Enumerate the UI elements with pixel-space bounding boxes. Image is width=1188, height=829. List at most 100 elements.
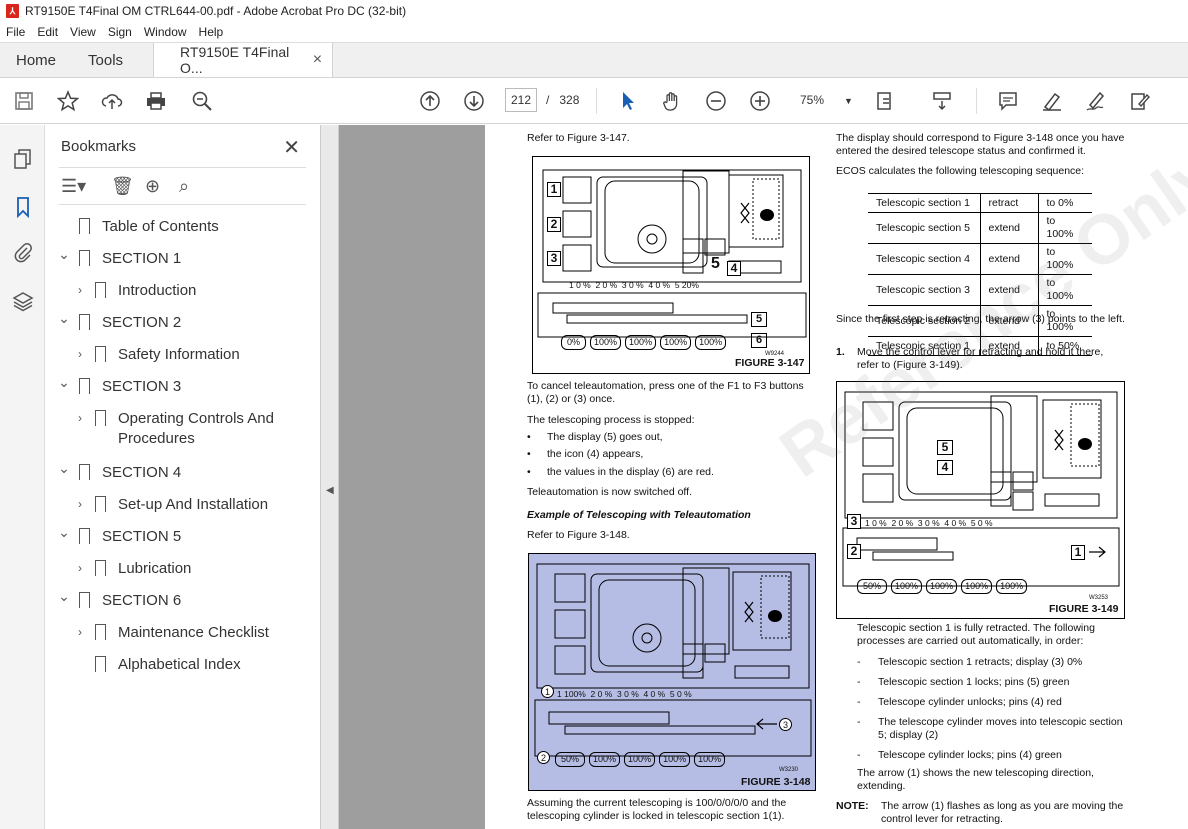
bookmark-item[interactable]: ⌄ SECTION 4 <box>57 460 282 485</box>
menu-window[interactable]: Window <box>138 25 193 39</box>
chevron-down-icon[interactable]: ⌄ <box>57 460 71 477</box>
bookmark-icon <box>95 346 106 367</box>
new-bookmark-icon[interactable]: ⊕ <box>145 176 160 197</box>
menu-edit[interactable]: Edit <box>31 25 64 39</box>
bookmark-label: SECTION 4 <box>102 464 182 481</box>
toolbar-divider <box>976 88 977 114</box>
draw-pen-icon[interactable] <box>1084 89 1108 113</box>
page-down-icon[interactable] <box>462 89 486 113</box>
trash-icon[interactable]: 🗑 <box>111 176 134 197</box>
chevron-right-icon[interactable]: › <box>73 347 87 361</box>
stopped-text: The telescoping process is stopped: <box>527 414 695 426</box>
comment-icon[interactable] <box>996 89 1020 113</box>
tab-document[interactable]: RT9150E T4Final O... × <box>153 43 334 77</box>
bookmark-item[interactable]: ⌄ SECTION 6 <box>57 588 282 613</box>
page-number-input[interactable]: 212 <box>505 88 537 112</box>
panel-collapse-handle[interactable]: ◀ <box>321 125 339 829</box>
note-label: NOTE: <box>836 800 869 812</box>
figure-caption: FIGURE 3-149 <box>1049 603 1119 615</box>
bookmark-item[interactable]: › Set-up And Installation <box>73 495 298 517</box>
bookmark-item[interactable]: ⌄ SECTION 1 <box>57 246 282 271</box>
table-cell: Telescopic section 5 <box>868 212 981 244</box>
chevron-right-icon[interactable]: › <box>73 625 87 639</box>
bookmark-item[interactable]: › Lubrication <box>73 559 298 581</box>
bookmark-item[interactable]: › Operating Controls And Procedures <box>73 409 298 447</box>
acrobat-icon: ⅄ <box>6 4 19 18</box>
tab-home[interactable]: Home <box>0 43 72 77</box>
callout-6: 6 <box>751 333 767 348</box>
left-rail <box>0 125 45 829</box>
zoom-in-icon[interactable] <box>748 89 772 113</box>
star-icon[interactable] <box>56 89 80 113</box>
tab-tools[interactable]: Tools <box>72 43 139 77</box>
close-icon[interactable]: ✕ <box>283 135 300 160</box>
menu-sign[interactable]: Sign <box>102 25 138 39</box>
chevron-down-icon[interactable]: ⌄ <box>57 588 71 605</box>
chevron-down-icon[interactable]: ⌄ <box>57 374 71 391</box>
bookmark-item[interactable]: › Safety Information <box>73 345 298 367</box>
menu-file[interactable]: File <box>0 25 31 39</box>
hand-tool-icon[interactable] <box>660 89 684 113</box>
note-text: The arrow (1) flashes as long as you are… <box>881 800 1124 825</box>
upload-cloud-icon[interactable] <box>100 89 124 113</box>
figure-3-147: 1 2 3 5 4 1 0 % 2 0 % 3 0 % 4 0 % 5 20% … <box>532 156 810 374</box>
zoom-search-icon[interactable] <box>190 89 214 113</box>
tab-close-icon[interactable]: × <box>313 51 322 69</box>
percent-row: 50% 100% 100% 100% 100% <box>555 752 726 767</box>
section-row: 1 0 % 2 0 % 3 0 % 4 0 % 5 0 % <box>865 518 993 528</box>
bookmark-item[interactable]: ⌄ SECTION 2 <box>57 310 282 335</box>
arrow-direction-text: The arrow (1) shows the new telescoping … <box>857 767 1094 792</box>
scroll-mode-icon[interactable] <box>930 89 954 113</box>
bookmark-label: SECTION 6 <box>102 592 182 609</box>
edit-pdf-icon[interactable] <box>1128 89 1152 113</box>
process-step: Telescope cylinder unlocks; pins (4) red <box>878 696 1062 708</box>
find-bookmark-icon[interactable]: ⌕ <box>179 176 189 197</box>
bookmark-item[interactable]: Alphabetical Index <box>73 655 298 677</box>
display-text: The display should correspond to Figure … <box>836 132 1125 157</box>
process-step: Telescopic section 1 retracts; display (… <box>878 656 1083 668</box>
highlight-pen-icon[interactable] <box>1040 89 1064 113</box>
bookmark-icon <box>79 592 90 613</box>
collapse-arrow-icon: ◀ <box>326 485 334 496</box>
menu-view[interactable]: View <box>64 25 102 39</box>
callout-3: 3 <box>547 251 561 266</box>
bookmark-icon <box>79 378 90 399</box>
table-cell: retract <box>980 193 1039 213</box>
refer-148: Refer to Figure 3-148. <box>527 529 630 541</box>
callout-4: 4 <box>727 261 741 276</box>
chevron-down-icon[interactable]: ⌄ <box>57 524 71 541</box>
page-up-icon[interactable] <box>418 89 442 113</box>
chevron-right-icon[interactable]: › <box>73 283 87 297</box>
bookmark-label: Alphabetical Index <box>118 656 241 673</box>
bookmark-item[interactable]: ⌄ SECTION 3 <box>57 374 282 399</box>
page-thumbnails-icon[interactable] <box>11 147 35 171</box>
attachments-icon[interactable] <box>11 241 35 265</box>
dash-marker: - <box>857 696 861 708</box>
chevron-down-icon[interactable]: ⌄ <box>57 310 71 327</box>
save-icon[interactable] <box>12 89 36 113</box>
tab-document-label: RT9150E T4Final O... <box>180 44 290 76</box>
layers-icon[interactable] <box>11 289 35 313</box>
select-cursor-icon[interactable] <box>616 89 640 113</box>
bookmark-item[interactable]: ⌄ SECTION 5 <box>57 524 282 549</box>
chevron-right-icon[interactable]: › <box>73 561 87 575</box>
options-menu-icon[interactable]: ☰▾ <box>61 176 86 197</box>
chevron-down-icon[interactable]: ⌄ <box>57 246 71 263</box>
chevron-right-icon[interactable]: › <box>73 497 87 511</box>
bookmarks-panel-icon[interactable] <box>11 195 35 219</box>
menu-help[interactable]: Help <box>193 25 230 39</box>
fit-page-icon[interactable] <box>874 89 898 113</box>
bookmark-item[interactable]: Table of Contents <box>57 217 282 239</box>
callout-2: 2 <box>547 217 561 232</box>
bookmark-label: Table of Contents <box>102 218 219 235</box>
zoom-out-icon[interactable] <box>704 89 728 113</box>
teleauto-off-text: Teleautomation is now switched off. <box>527 486 692 498</box>
bookmark-item[interactable]: › Introduction <box>73 281 298 303</box>
bookmark-item[interactable]: › Maintenance Checklist <box>73 623 298 645</box>
figure-caption: FIGURE 3-148 <box>741 776 811 788</box>
document-viewer[interactable]: Refer to Figure 3-147. 1 2 3 5 4 1 0 % 2… <box>339 125 1188 829</box>
zoom-select[interactable]: 75% ▼ <box>800 93 853 107</box>
bookmark-icon <box>79 250 90 271</box>
print-icon[interactable] <box>144 89 168 113</box>
chevron-right-icon[interactable]: › <box>73 411 87 425</box>
